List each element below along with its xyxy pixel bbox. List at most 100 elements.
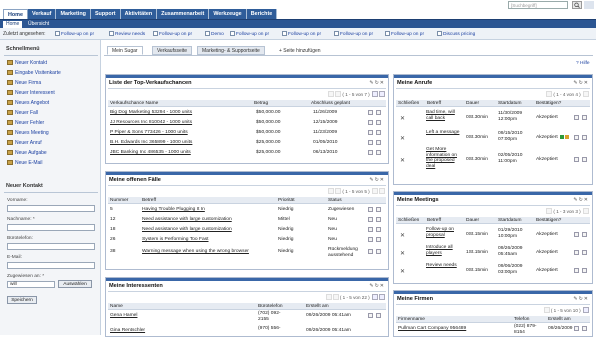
call-subject-link[interactable]: Get More information on the proposed dea… [426, 147, 462, 169]
recent-item[interactable]: Follow-up on pr [282, 31, 321, 37]
call-subject-link[interactable]: Left a message [426, 130, 462, 136]
edit-icon[interactable] [574, 250, 579, 255]
user-menu[interactable] [584, 1, 594, 9]
meeting-subject-link[interactable]: Review needs [426, 263, 462, 269]
nav-tab-zusammenarbeit[interactable]: Zusammenarbeit [157, 9, 210, 19]
close-activity-icon[interactable]: ✕ [400, 135, 405, 142]
column-header[interactable]: Startdatum [498, 218, 521, 223]
delete-icon[interactable] [376, 249, 381, 254]
shortcut-new-lead[interactable]: Neuer Interessent [7, 90, 55, 96]
shortcut-new-bug[interactable]: Neuer Fehler [7, 120, 44, 126]
shortcut-new-contact[interactable]: Neuer Kontakt [7, 60, 47, 66]
tab-verkaufsseite[interactable]: Verkaufsseite [152, 46, 193, 55]
case-subject-link[interactable]: Need assistance with large customization [142, 217, 232, 222]
column-header[interactable]: Firmenname [398, 317, 425, 322]
delete-icon[interactable] [582, 250, 587, 255]
global-search-input[interactable]: [Suchbegriff] [508, 1, 568, 9]
recent-item[interactable]: Review needs [109, 31, 145, 37]
edit-icon[interactable] [574, 268, 579, 273]
edit-icon[interactable] [368, 130, 373, 135]
shortcut-new-email[interactable]: Neue E-Mail [7, 160, 43, 166]
edit-icon[interactable] [368, 249, 373, 254]
shortcut-new-account[interactable]: Neue Firma [7, 80, 41, 86]
lead-name-link[interactable]: Gina Rentschler [110, 328, 145, 333]
close-activity-icon[interactable]: ✕ [400, 250, 405, 257]
delete-icon[interactable] [376, 110, 381, 115]
column-header[interactable]: Dauer [466, 218, 479, 223]
delete-icon[interactable] [376, 140, 381, 145]
close-activity-icon[interactable]: ✕ [400, 115, 405, 122]
close-activity-icon[interactable]: ✕ [400, 232, 405, 239]
column-header[interactable]: Abschluss geplant [311, 101, 350, 106]
case-subject-link[interactable]: Need assistance with large customization [142, 227, 232, 232]
close-icon[interactable]: ✕ [380, 177, 385, 183]
close-icon[interactable]: ✕ [584, 197, 589, 203]
last-page-button[interactable] [379, 91, 385, 97]
delete-icon[interactable] [376, 150, 381, 155]
column-header[interactable]: Bestätigen? [536, 101, 561, 106]
first-page-button[interactable] [328, 91, 335, 97]
first-page-button[interactable] [543, 307, 550, 313]
delete-icon[interactable] [582, 268, 587, 273]
first-page-button[interactable] [328, 188, 335, 194]
close-activity-icon[interactable]: ✕ [400, 157, 405, 164]
edit-icon[interactable] [574, 326, 579, 331]
column-header[interactable]: Betreff [142, 198, 156, 203]
column-header[interactable]: Name [110, 304, 123, 309]
column-header[interactable]: Betrag [254, 101, 268, 106]
tab-marketing-support[interactable]: Marketing- & Supportseite [197, 46, 265, 55]
delete-icon[interactable] [376, 120, 381, 125]
recent-item[interactable]: Follow-up on pr [230, 31, 269, 37]
close-icon[interactable]: ✕ [584, 296, 589, 302]
edit-icon[interactable] [368, 227, 373, 232]
edit-icon[interactable] [368, 313, 373, 318]
column-header[interactable]: Dauer [466, 101, 479, 106]
prev-page-button[interactable] [332, 294, 339, 300]
opportunity-name-link[interactable]: JJ Resources Inc 810042 - 1000 units [110, 120, 192, 125]
recent-item[interactable]: Follow-up on pr [55, 31, 94, 37]
edit-icon[interactable] [368, 150, 373, 155]
column-header[interactable]: Erstellt am [548, 317, 571, 322]
prev-page-button[interactable] [335, 91, 342, 97]
delete-icon[interactable] [582, 135, 587, 140]
shortcut-new-call[interactable]: Neuer Anruf [7, 140, 42, 146]
edit-icon[interactable] [574, 157, 579, 162]
column-header[interactable]: Verkaufschance Name [110, 101, 158, 106]
nav-tab-aktivitaeten[interactable]: Aktivitäten [120, 9, 158, 19]
last-page-button[interactable] [583, 307, 589, 313]
delete-icon[interactable] [376, 130, 381, 135]
first-page-button[interactable] [325, 294, 332, 300]
last-page-button[interactable] [379, 188, 385, 194]
add-page-link[interactable]: + Seite hinzufügen [274, 46, 326, 55]
nav-tab-werkzeuge[interactable]: Werkzeuge [209, 9, 247, 19]
column-header[interactable]: Status [328, 198, 342, 203]
shortcut-new-quote[interactable]: Neues Angebot [7, 100, 49, 106]
opportunity-name-link[interactable]: Big Dog Marketing 53294 - 1000 units [110, 110, 192, 115]
column-header[interactable]: Schließen [398, 101, 419, 106]
delete-icon[interactable] [376, 313, 381, 318]
meeting-subject-link[interactable]: Introduce all players [426, 245, 462, 256]
subtab-uebersicht[interactable]: Übersicht [25, 21, 52, 28]
select-user-button[interactable]: Auswählen [58, 280, 92, 288]
close-icon[interactable]: ✕ [584, 80, 589, 86]
nav-tab-support[interactable]: Support [90, 9, 121, 19]
column-header[interactable]: Schließen [398, 218, 419, 223]
shortcut-new-task[interactable]: Neue Aufgabe [7, 150, 47, 156]
column-header[interactable]: Erstellt am [306, 304, 329, 309]
next-page-button[interactable] [372, 294, 378, 300]
nav-tab-verkauf[interactable]: Verkauf [27, 9, 57, 19]
recent-item[interactable]: Discuss pricing [437, 31, 475, 37]
recent-item[interactable]: Demo [205, 31, 224, 37]
last-page-button[interactable] [583, 208, 589, 214]
shortcut-new-case[interactable]: Neuer Fall [7, 110, 38, 116]
close-icon[interactable]: ✕ [380, 80, 385, 86]
edit-icon[interactable] [574, 232, 579, 237]
save-button[interactable]: Speichern [7, 296, 37, 304]
opportunity-name-link[interactable]: B.H. Edwards Inc 365899 - 1000 units [110, 140, 192, 145]
column-header[interactable]: Betreff [427, 101, 441, 106]
lead-name-link[interactable]: Gena Hamel [110, 313, 137, 318]
edit-icon[interactable] [368, 120, 373, 125]
delete-icon[interactable] [582, 157, 587, 162]
edit-icon[interactable] [574, 115, 579, 120]
column-header[interactable]: Bürotelefon [258, 304, 283, 309]
